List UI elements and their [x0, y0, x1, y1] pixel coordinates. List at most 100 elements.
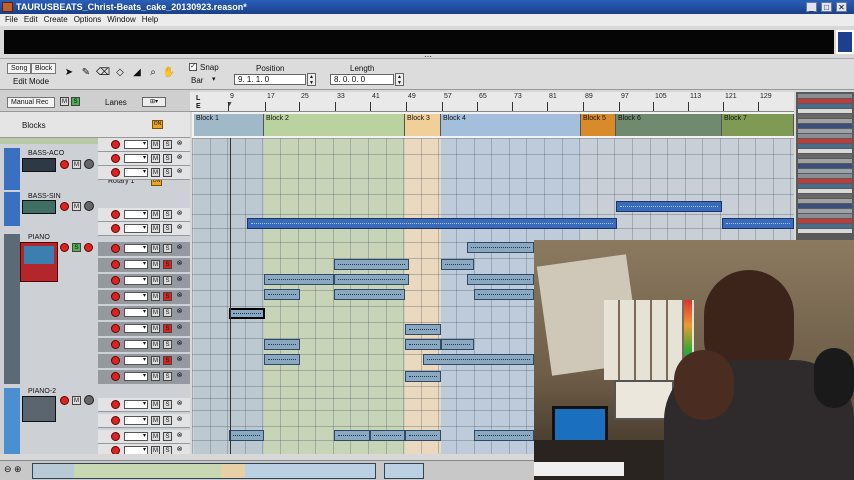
lane-mute-button[interactable]: M	[151, 292, 160, 301]
rack-device[interactable]	[798, 184, 852, 188]
rack-device[interactable]	[798, 179, 852, 183]
lane-solo-button[interactable]: S	[163, 276, 172, 285]
lane-record-button[interactable]	[111, 224, 120, 233]
snap-checkbox[interactable]: ✓	[189, 63, 197, 71]
menu-options[interactable]: Options	[74, 14, 102, 26]
piano-record-button[interactable]	[60, 243, 69, 252]
lane-select[interactable]: ▾	[124, 210, 148, 219]
rack-device[interactable]	[798, 169, 852, 173]
lane-select[interactable]: ▾	[124, 276, 148, 285]
pencil-icon[interactable]: ✎	[79, 66, 93, 80]
position-stepper[interactable]: ▲ ▼	[307, 73, 316, 86]
lane-record-button[interactable]	[111, 210, 120, 219]
lane-select[interactable]: ▾	[124, 340, 148, 349]
minimize-button[interactable]: _	[806, 2, 817, 12]
lane-solo-button[interactable]: S	[163, 244, 172, 253]
lane-mute-button[interactable]: M	[151, 372, 160, 381]
block-3[interactable]: Block 3	[405, 114, 441, 136]
razor-icon[interactable]: ◇	[113, 66, 127, 80]
rack-device[interactable]	[798, 129, 852, 133]
lane-record-button[interactable]	[111, 324, 120, 333]
rack-device[interactable]	[798, 199, 852, 203]
clip[interactable]	[441, 259, 474, 270]
navigator-thumb[interactable]	[32, 463, 376, 479]
bass-sin-monitor-icon[interactable]	[84, 201, 94, 211]
block-7[interactable]: Block 7	[722, 114, 794, 136]
lane-mute-button[interactable]: M	[151, 276, 160, 285]
close-icon[interactable]: ⊗	[175, 168, 184, 177]
lane-solo-button[interactable]: S	[163, 140, 172, 149]
block-4[interactable]: Block 4	[441, 114, 581, 136]
block-2[interactable]: Block 2	[264, 114, 405, 136]
bass-sin-record-button[interactable]	[60, 202, 69, 211]
close-icon[interactable]: ⊗	[175, 308, 184, 317]
lane-mute-button[interactable]: M	[151, 432, 160, 441]
lane-record-button[interactable]	[111, 276, 120, 285]
block-6[interactable]: Block 6	[616, 114, 722, 136]
lane-solo-button[interactable]: S	[163, 210, 172, 219]
rack-thumbnail[interactable]	[836, 30, 854, 54]
lane-mute-button[interactable]: M	[151, 154, 160, 163]
rack-device[interactable]	[798, 144, 852, 148]
close-icon[interactable]: ⊗	[175, 292, 184, 301]
clip[interactable]	[264, 339, 300, 350]
lane-solo-button[interactable]: S	[163, 446, 172, 454]
clip[interactable]	[247, 218, 617, 229]
close-icon[interactable]: ⊗	[175, 446, 184, 454]
mute-tool-icon[interactable]: ◢	[130, 66, 144, 80]
lane-select[interactable]: ▾	[124, 356, 148, 365]
lane-solo-button[interactable]: S	[163, 308, 172, 317]
rack-device[interactable]	[798, 94, 852, 98]
maximize-button[interactable]: □	[821, 2, 832, 12]
lane-select[interactable]: ▾	[124, 446, 148, 454]
rack-device[interactable]	[798, 149, 852, 153]
lane-mute-button[interactable]: M	[151, 416, 160, 425]
clip[interactable]	[474, 430, 534, 441]
rack-device[interactable]	[798, 119, 852, 123]
piano-2-monitor-icon[interactable]	[84, 395, 94, 405]
rack-device[interactable]	[798, 194, 852, 198]
bass-aco-mute-button[interactable]: M	[72, 160, 81, 169]
block-1[interactable]: Block 1	[194, 114, 264, 136]
close-icon[interactable]: ⊗	[175, 416, 184, 425]
track-name-piano-2[interactable]: PIANO-2	[28, 388, 56, 395]
close-icon[interactable]: ⊗	[175, 372, 184, 381]
zoom-out-icon[interactable]: ⊖	[4, 464, 12, 475]
lane-select[interactable]: ▾	[124, 416, 148, 425]
lane-select[interactable]: ▾	[124, 260, 148, 269]
lane-solo-button[interactable]: S	[163, 260, 172, 269]
clip[interactable]	[334, 289, 405, 300]
clip[interactable]	[229, 430, 264, 441]
close-icon[interactable]: ⊗	[175, 276, 184, 285]
track-name-bass-aco[interactable]: BASS-ACO	[28, 150, 64, 157]
lane-record-button[interactable]	[111, 260, 120, 269]
close-icon[interactable]: ⊗	[175, 356, 184, 365]
rack-device[interactable]	[798, 114, 852, 118]
clip[interactable]	[467, 242, 534, 253]
clip[interactable]	[405, 339, 441, 350]
piano-2-mute-button[interactable]: M	[72, 396, 81, 405]
clip[interactable]	[467, 274, 534, 285]
lane-mute-button[interactable]: M	[151, 260, 160, 269]
lane-select[interactable]: ▾	[124, 324, 148, 333]
block-5[interactable]: Block 5	[581, 114, 616, 136]
lane-solo-button[interactable]: S	[163, 432, 172, 441]
lane-select[interactable]: ▾	[124, 432, 148, 441]
bass-aco-monitor-icon[interactable]	[84, 159, 94, 169]
clip[interactable]	[405, 371, 441, 382]
lane-select[interactable]: ▾	[124, 372, 148, 381]
clip[interactable]	[334, 259, 409, 270]
lane-solo-button[interactable]: S	[163, 324, 172, 333]
lane-select[interactable]: ▾	[124, 292, 148, 301]
lane-solo-button[interactable]: S	[163, 154, 172, 163]
rack-device[interactable]	[798, 139, 852, 143]
close-icon[interactable]: ⊗	[175, 260, 184, 269]
close-icon[interactable]: ⊗	[175, 324, 184, 333]
bass-sin-mute-button[interactable]: M	[72, 202, 81, 211]
lane-record-button[interactable]	[111, 292, 120, 301]
edit-mode-label[interactable]: Edit Mode	[13, 77, 49, 86]
rack-device[interactable]	[798, 214, 852, 218]
rack-device[interactable]	[798, 209, 852, 213]
rack-device[interactable]	[798, 174, 852, 178]
lane-select[interactable]: ▾	[124, 168, 148, 177]
